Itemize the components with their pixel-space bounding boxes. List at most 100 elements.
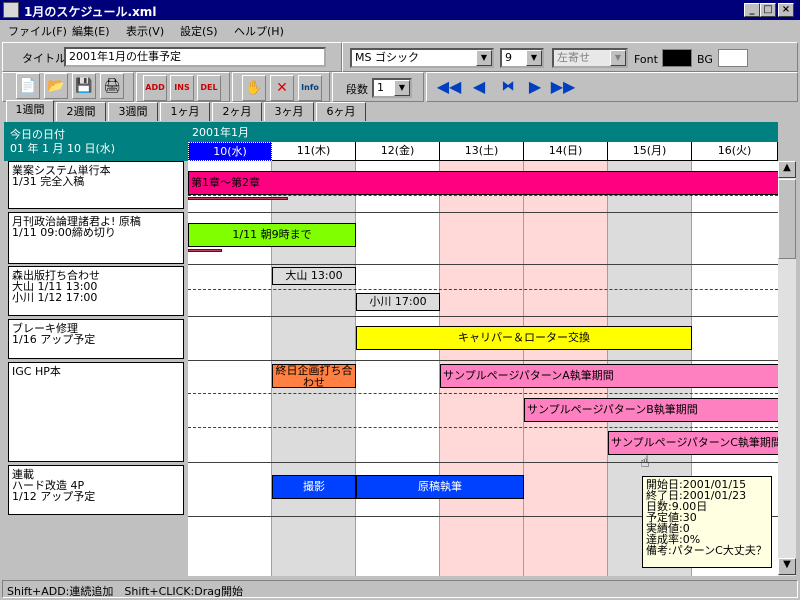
font-name-select[interactable]: MS ゴシック ▼ bbox=[350, 48, 494, 68]
progress-bar bbox=[188, 197, 288, 200]
row-label[interactable]: 月刊政治論理諸君よ! 原稿 1/11 09:00締め切り bbox=[8, 212, 184, 264]
today-panel: 今日の日付 01 年 1 月 10 日(水) bbox=[4, 122, 188, 161]
date-header-cell[interactable]: 11(木) bbox=[272, 142, 356, 161]
vertical-scrollbar[interactable]: ▲ ▼ bbox=[778, 161, 796, 576]
menu-help[interactable]: ヘルプ(H) bbox=[234, 23, 284, 39]
double-left-arrow-icon[interactable]: ◀◀ bbox=[436, 76, 462, 98]
title-label: タイトル bbox=[22, 52, 66, 65]
add-button[interactable]: ADD bbox=[143, 75, 167, 101]
print-icon[interactable]: 🖨 bbox=[100, 73, 124, 99]
tab-2months[interactable]: 2ヶ月 bbox=[212, 102, 262, 121]
tab-2weeks[interactable]: 2週間 bbox=[56, 102, 106, 121]
schedule-bar[interactable]: キャリパー＆ローター交換 bbox=[356, 326, 692, 350]
chevron-down-icon[interactable]: ▼ bbox=[610, 50, 626, 66]
row-label[interactable]: 連載 ハード改造 4P 1/12 アップ予定 bbox=[8, 465, 184, 515]
today-icon[interactable]: ⧓ bbox=[496, 76, 520, 98]
close-button[interactable]: × bbox=[778, 3, 794, 17]
progress-bar bbox=[188, 249, 222, 252]
row-divider bbox=[188, 289, 778, 290]
schedule-bar[interactable]: サンプルページパターンA執筆期間 bbox=[440, 364, 778, 388]
scroll-up-icon[interactable]: ▲ bbox=[778, 161, 796, 178]
schedule-bar[interactable]: 第1章～第2章 bbox=[188, 171, 778, 195]
row-divider bbox=[188, 264, 778, 265]
tab-6months[interactable]: 6ヶ月 bbox=[316, 102, 366, 121]
font-size-value: 9 bbox=[505, 51, 512, 64]
row-divider bbox=[188, 212, 778, 213]
month-header: 2001年1月 bbox=[188, 122, 778, 142]
row-divider bbox=[188, 195, 778, 196]
schedule-bar[interactable]: 撮影 bbox=[272, 475, 356, 499]
chevron-down-icon[interactable]: ▼ bbox=[526, 50, 542, 66]
date-header-cell[interactable]: 15(月) bbox=[608, 142, 692, 161]
menu-file[interactable]: ファイル(F) bbox=[8, 23, 67, 39]
today-label: 今日の日付 bbox=[10, 128, 65, 141]
left-arrow-icon[interactable]: ◀ bbox=[468, 76, 490, 98]
hand-icon[interactable]: ✋ bbox=[242, 75, 266, 101]
status-text: Shift+ADD:連続追加 Shift+CLICK:Drag開始 bbox=[2, 580, 798, 598]
tab-1week[interactable]: 1週間 bbox=[6, 100, 54, 122]
schedule-bar[interactable]: 大山 13:00 bbox=[272, 267, 356, 285]
window-title: 1月のスケジュール.xml bbox=[24, 5, 157, 19]
row-label[interactable]: 業案システム単行本 1/31 完全入稿 bbox=[8, 161, 184, 209]
menu-edit[interactable]: 編集(E) bbox=[72, 23, 110, 39]
bg-color-label: BG bbox=[697, 53, 713, 66]
row-label[interactable]: 森出版打ち合わせ 大山 1/11 13:00 小川 1/12 17:00 bbox=[8, 266, 184, 316]
tooltip-line: 備考:パターンC大丈夫？ bbox=[646, 544, 767, 557]
schedule-bar[interactable]: サンプルページパターンC執筆期間 bbox=[608, 431, 778, 455]
font-name-value: MS ゴシック bbox=[355, 51, 419, 64]
schedule-bar[interactable]: サンプルページパターンB執筆期間 bbox=[524, 398, 778, 422]
hand-cursor-icon: ☝ bbox=[640, 452, 650, 471]
tab-3weeks[interactable]: 3週間 bbox=[108, 102, 158, 121]
title-bar: 1月のスケジュール.xml _ □ × bbox=[0, 0, 800, 20]
date-header-cell[interactable]: 13(土) bbox=[440, 142, 524, 161]
row-divider bbox=[188, 462, 778, 463]
date-header-cell[interactable]: 12(金) bbox=[356, 142, 440, 161]
row-divider bbox=[188, 427, 778, 428]
insert-button[interactable]: INS bbox=[170, 75, 194, 101]
new-file-icon[interactable]: 📄 bbox=[16, 73, 40, 99]
font-size-select[interactable]: 9 ▼ bbox=[500, 48, 544, 68]
date-header-cell[interactable]: 14(日) bbox=[524, 142, 608, 161]
menu-bar: ファイル(F) 編集(E) 表示(V) 設定(S) ヘルプ(H) bbox=[0, 20, 800, 40]
info-button[interactable]: Info bbox=[298, 75, 322, 101]
title-input[interactable]: 2001年1月の仕事予定 bbox=[64, 47, 326, 67]
date-header-cell[interactable]: 16(火) bbox=[692, 142, 778, 161]
tab-3months[interactable]: 3ヶ月 bbox=[264, 102, 314, 121]
maximize-button[interactable]: □ bbox=[760, 3, 776, 17]
rows-select[interactable]: 1 ▼ bbox=[372, 78, 412, 98]
row-divider bbox=[188, 393, 778, 394]
app-icon bbox=[3, 2, 19, 18]
tab-1month[interactable]: 1ヶ月 bbox=[160, 102, 210, 121]
rows-value: 1 bbox=[377, 81, 384, 94]
chevron-down-icon[interactable]: ▼ bbox=[476, 50, 492, 66]
row-label[interactable]: IGC HP本 bbox=[8, 362, 184, 462]
menu-view[interactable]: 表示(V) bbox=[126, 23, 164, 39]
align-value: 左寄せ bbox=[557, 51, 590, 64]
cross-icon[interactable]: ✕ bbox=[270, 75, 294, 101]
date-header-cell[interactable]: 10(水) bbox=[188, 142, 272, 161]
delete-button[interactable]: DEL bbox=[197, 75, 221, 101]
minimize-button[interactable]: _ bbox=[744, 3, 760, 17]
schedule-bar[interactable]: 小川 17:00 bbox=[356, 293, 440, 311]
row-label[interactable]: ブレーキ修理 1/16 アップ予定 bbox=[8, 319, 184, 359]
today-value: 01 年 1 月 10 日(水) bbox=[10, 142, 116, 155]
rows-label: 段数 bbox=[346, 83, 368, 96]
bg-color-swatch[interactable] bbox=[718, 49, 748, 67]
align-select[interactable]: 左寄せ ▼ bbox=[552, 48, 628, 68]
open-folder-icon[interactable]: 📂 bbox=[44, 73, 68, 99]
bar-info-tooltip: 開始日:2001/01/15 終了日:2001/01/23 日数:9.00日 予… bbox=[642, 476, 772, 568]
save-icon[interactable]: 💾 bbox=[72, 73, 96, 99]
schedule-bar[interactable]: 1/11 朝9時まで bbox=[188, 223, 356, 247]
double-right-arrow-icon[interactable]: ▶▶ bbox=[550, 76, 576, 98]
menu-settings[interactable]: 設定(S) bbox=[180, 23, 218, 39]
schedule-bar[interactable]: 原稿執筆 bbox=[356, 475, 524, 499]
font-color-swatch[interactable] bbox=[662, 49, 692, 67]
schedule-bar[interactable]: 終日企画打ち合わせ bbox=[272, 364, 356, 388]
row-divider bbox=[188, 360, 778, 361]
scroll-down-icon[interactable]: ▼ bbox=[778, 558, 796, 575]
right-arrow-icon[interactable]: ▶ bbox=[524, 76, 546, 98]
chevron-down-icon[interactable]: ▼ bbox=[394, 80, 410, 96]
scroll-thumb[interactable] bbox=[778, 179, 796, 259]
status-bar: Shift+ADD:連続追加 Shift+CLICK:Drag開始 bbox=[0, 578, 800, 600]
row-divider bbox=[188, 316, 778, 317]
